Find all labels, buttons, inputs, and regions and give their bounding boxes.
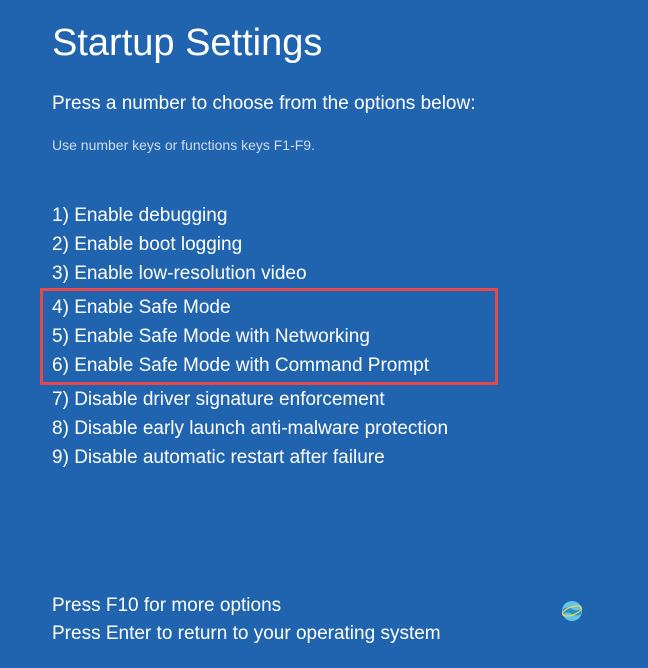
option-9[interactable]: 9) Disable automatic restart after failu… xyxy=(52,443,596,472)
option-number: 8 xyxy=(52,418,63,439)
startup-settings-screen: Startup Settings Press a number to choos… xyxy=(0,0,648,668)
option-number: 9 xyxy=(52,447,63,468)
option-8[interactable]: 8) Disable early launch anti-malware pro… xyxy=(52,414,596,443)
watermark: 系统天地 xyxy=(560,599,640,623)
footer-more-options: Press F10 for more options xyxy=(52,592,596,620)
option-7[interactable]: 7) Disable driver signature enforcement xyxy=(52,385,596,414)
option-label: Enable debugging xyxy=(74,205,227,226)
option-number: 7 xyxy=(52,389,63,410)
option-3[interactable]: 3) Enable low-resolution video xyxy=(52,259,596,288)
globe-icon xyxy=(560,599,584,623)
option-label: Enable Safe Mode xyxy=(74,297,230,318)
watermark-text: 系统天地 xyxy=(588,602,640,621)
option-5[interactable]: 5) Enable Safe Mode with Networking xyxy=(52,322,451,351)
option-1[interactable]: 1) Enable debugging xyxy=(52,201,596,230)
highlight-box: 4) Enable Safe Mode 5) Enable Safe Mode … xyxy=(40,288,498,385)
option-number: 4 xyxy=(52,297,63,318)
option-number: 3 xyxy=(52,263,63,284)
option-2[interactable]: 2) Enable boot logging xyxy=(52,230,596,259)
option-number: 2 xyxy=(52,234,63,255)
option-number: 1 xyxy=(52,205,63,226)
option-label: Enable low-resolution video xyxy=(74,263,306,284)
options-list-highlighted: 4) Enable Safe Mode 5) Enable Safe Mode … xyxy=(52,293,451,380)
option-4[interactable]: 4) Enable Safe Mode xyxy=(52,293,451,322)
option-label: Disable automatic restart after failure xyxy=(74,447,384,468)
options-list: 7) Disable driver signature enforcement … xyxy=(52,385,596,472)
option-label: Enable Safe Mode with Networking xyxy=(74,326,370,347)
subtitle: Press a number to choose from the option… xyxy=(52,93,596,115)
option-number: 6 xyxy=(52,355,63,376)
option-label: Enable boot logging xyxy=(74,234,242,255)
footer: Press F10 for more options Press Enter t… xyxy=(52,592,596,648)
option-label: Disable early launch anti-malware protec… xyxy=(74,418,448,439)
option-6[interactable]: 6) Enable Safe Mode with Command Prompt xyxy=(52,351,451,380)
hint-text: Use number keys or functions keys F1-F9. xyxy=(52,137,596,153)
options-list: 1) Enable debugging 2) Enable boot loggi… xyxy=(52,201,596,288)
option-number: 5 xyxy=(52,326,63,347)
page-title: Startup Settings xyxy=(52,22,596,65)
option-label: Disable driver signature enforcement xyxy=(74,389,385,410)
footer-return: Press Enter to return to your operating … xyxy=(52,620,596,648)
option-label: Enable Safe Mode with Command Prompt xyxy=(74,355,429,376)
